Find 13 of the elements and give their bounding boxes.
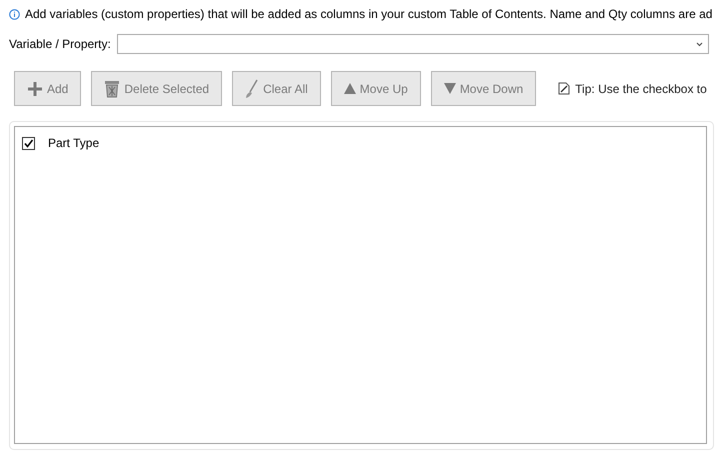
checkbox[interactable] — [22, 136, 35, 150]
list-item[interactable]: Part Type — [48, 136, 100, 150]
info-icon — [9, 8, 20, 20]
plus-icon — [27, 80, 43, 96]
info-text: Add variables (custom properties) that will be added as columns in your custom Table of Contents. Name and Qty columns are ad — [25, 7, 712, 21]
tip-text: Tip: Use the checkbox to — [575, 82, 707, 96]
up-triangle-icon — [344, 83, 356, 94]
note-icon — [558, 82, 570, 95]
field-label: Variable / Property: — [9, 37, 111, 51]
down-triangle-icon — [444, 83, 456, 94]
chevron-icon — [696, 42, 703, 46]
trash-icon — [104, 80, 120, 98]
brush-icon — [245, 78, 260, 98]
